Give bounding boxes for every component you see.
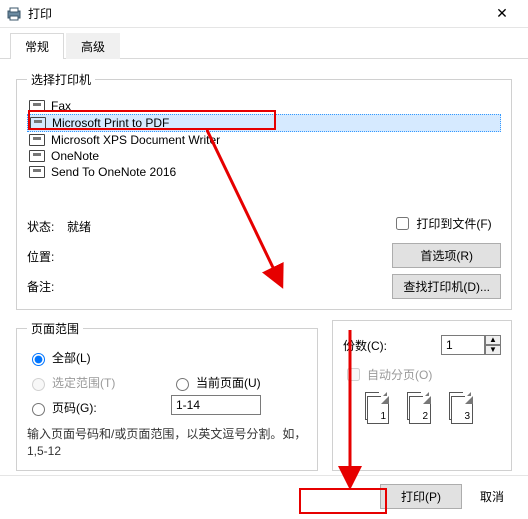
print-to-file-checkbox[interactable]: 打印到文件(F) <box>392 214 493 233</box>
range-current-radio[interactable] <box>176 378 189 391</box>
collate-label: 自动分页(O) <box>367 366 432 383</box>
page-range-fieldset: 页面范围 全部(L) 选定范围(T) 当前页面(U) 页码(G): <box>16 320 318 471</box>
printer-item-onenote[interactable]: OneNote <box>27 148 501 164</box>
page-num: 1 <box>380 411 386 422</box>
range-pages[interactable]: 页码(G): <box>27 399 163 416</box>
comment-label: 备注: <box>27 278 67 295</box>
printer-item-xps[interactable]: Microsoft XPS Document Writer <box>27 132 501 148</box>
printer-item-onenote2016[interactable]: Send To OneNote 2016 <box>27 164 501 180</box>
range-all-label: 全部(L) <box>52 349 91 366</box>
copies-label: 份数(C): <box>343 337 387 354</box>
status-value: 就绪 <box>67 218 392 235</box>
print-to-file-label: 打印到文件(F) <box>416 215 491 232</box>
printer-fieldset: 选择打印机 Fax Microsoft Print to PDF Microso… <box>16 71 512 310</box>
printer-list[interactable]: Fax Microsoft Print to PDF Microsoft XPS… <box>27 98 501 180</box>
printer-label: Microsoft XPS Document Writer <box>51 133 220 147</box>
printer-label: Microsoft Print to PDF <box>52 116 169 130</box>
cancel-button[interactable]: 取消 <box>480 488 504 505</box>
tab-general[interactable]: 常规 <box>10 33 64 59</box>
printer-legend: 选择打印机 <box>27 71 95 88</box>
printer-icon <box>6 6 22 22</box>
find-printer-button[interactable]: 查找打印机(D)... <box>392 274 501 299</box>
print-to-file-input[interactable] <box>396 217 409 230</box>
preferences-button[interactable]: 首选项(R) <box>392 243 501 268</box>
copies-spinner[interactable]: ▲ ▼ <box>441 335 501 355</box>
printer-icon <box>29 150 45 162</box>
range-all-radio[interactable] <box>32 353 45 366</box>
printer-item-pdf[interactable]: Microsoft Print to PDF <box>27 114 501 132</box>
range-selection-label: 选定范围(T) <box>52 374 115 391</box>
range-current-label: 当前页面(U) <box>196 374 261 391</box>
window-title: 打印 <box>28 5 482 22</box>
range-hint: 输入页面号码和/或页面范围，以英文逗号分割。如，1,5-12 <box>27 426 307 460</box>
close-button[interactable]: ✕ <box>482 0 522 28</box>
tab-row: 常规 高级 <box>0 28 528 59</box>
spin-down-icon[interactable]: ▼ <box>485 345 501 355</box>
tab-content: 选择打印机 Fax Microsoft Print to PDF Microso… <box>0 59 528 489</box>
location-label: 位置: <box>27 248 67 265</box>
collate-preview: 1 1 2 2 3 3 <box>365 392 501 420</box>
printer-icon <box>29 166 45 178</box>
range-current[interactable]: 当前页面(U) <box>171 374 307 391</box>
printer-item-fax[interactable]: Fax <box>27 98 501 114</box>
page-num: 3 <box>464 411 470 422</box>
tab-advanced[interactable]: 高级 <box>66 33 120 59</box>
range-all[interactable]: 全部(L) <box>27 349 307 366</box>
range-selection-radio <box>32 378 45 391</box>
printer-label: Send To OneNote 2016 <box>51 165 176 179</box>
printer-icon <box>29 100 45 112</box>
title-bar: 打印 ✕ <box>0 0 528 28</box>
printer-icon <box>29 134 45 146</box>
printer-icon <box>30 117 46 129</box>
page-range-legend: 页面范围 <box>27 320 83 337</box>
page-num: 2 <box>422 411 428 422</box>
dialog-footer: 打印(P) 取消 <box>0 475 528 519</box>
printer-label: OneNote <box>51 149 99 163</box>
range-selection: 选定范围(T) <box>27 374 163 391</box>
printer-label: Fax <box>51 99 71 113</box>
status-label: 状态: <box>27 218 67 235</box>
copies-fieldset: 份数(C): ▲ ▼ 自动分页(O) 1 1 <box>332 320 512 471</box>
collate-checkbox: 自动分页(O) <box>343 365 501 384</box>
spin-up-icon[interactable]: ▲ <box>485 335 501 345</box>
range-pages-label: 页码(G): <box>52 399 97 416</box>
collate-input <box>347 368 360 381</box>
pages-input[interactable] <box>171 395 261 415</box>
print-button[interactable]: 打印(P) <box>380 484 462 509</box>
copies-input[interactable] <box>441 335 485 355</box>
range-pages-radio[interactable] <box>32 403 45 416</box>
